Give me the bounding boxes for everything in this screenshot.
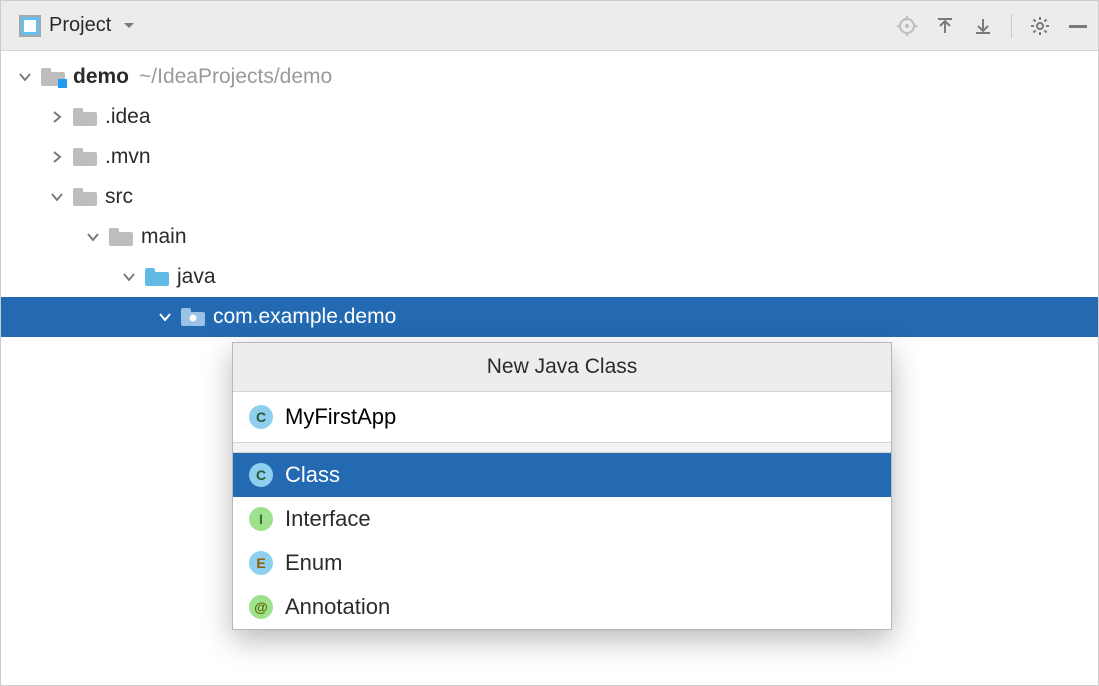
tree-item-java[interactable]: java <box>1 257 1098 297</box>
tree-item-label: .mvn <box>105 145 151 169</box>
source-folder-icon <box>145 268 169 286</box>
popup-title: New Java Class <box>233 343 891 392</box>
tree-item-idea[interactable]: .idea <box>1 97 1098 137</box>
enum-badge-icon: E <box>249 551 273 575</box>
tree-item-label: main <box>141 225 187 249</box>
chevron-down-icon[interactable] <box>83 227 103 247</box>
project-view-selector[interactable]: Project <box>11 12 147 39</box>
chevron-down-icon <box>119 16 139 36</box>
module-icon <box>41 68 65 86</box>
chevron-right-icon[interactable] <box>47 107 67 127</box>
class-badge-icon: C <box>249 463 273 487</box>
package-icon <box>181 308 205 326</box>
popup-item-label: Enum <box>285 550 342 576</box>
folder-icon <box>73 148 97 166</box>
project-icon <box>19 15 41 37</box>
tree-item-src[interactable]: src <box>1 177 1098 217</box>
popup-kind-list: C Class I Interface E Enum @ Annotation <box>233 453 891 629</box>
expand-all-icon[interactable] <box>935 16 955 36</box>
chevron-down-icon[interactable] <box>155 307 175 327</box>
tree-item-label: demo <box>73 65 129 89</box>
toolbar-actions <box>897 14 1088 38</box>
annotation-badge-icon: @ <box>249 595 273 619</box>
project-label: Project <box>49 14 111 37</box>
popup-item-label: Class <box>285 462 340 488</box>
gear-icon[interactable] <box>1030 16 1050 36</box>
popup-input-row: C <box>233 392 891 443</box>
tree-item-package[interactable]: com.example.demo <box>1 297 1098 337</box>
divider <box>1011 14 1012 38</box>
chevron-down-icon[interactable] <box>47 187 67 207</box>
chevron-down-icon[interactable] <box>119 267 139 287</box>
popup-item-interface[interactable]: I Interface <box>233 497 891 541</box>
class-badge-icon: C <box>249 405 273 429</box>
chevron-down-icon[interactable] <box>15 67 35 87</box>
collapse-all-icon[interactable] <box>973 16 993 36</box>
tree-item-label: .idea <box>105 105 151 129</box>
hide-icon[interactable] <box>1068 16 1088 36</box>
project-tree: demo ~/IdeaProjects/demo .idea .mvn src … <box>1 51 1098 337</box>
tree-item-label: src <box>105 185 133 209</box>
folder-icon <box>73 108 97 126</box>
popup-item-label: Annotation <box>285 594 390 620</box>
separator <box>233 443 891 453</box>
locate-icon[interactable] <box>897 16 917 36</box>
class-name-input[interactable] <box>285 404 875 430</box>
tree-item-label: java <box>177 265 216 289</box>
folder-icon <box>109 228 133 246</box>
tree-item-mvn[interactable]: .mvn <box>1 137 1098 177</box>
popup-item-class[interactable]: C Class <box>233 453 891 497</box>
chevron-right-icon[interactable] <box>47 147 67 167</box>
tree-item-label: com.example.demo <box>213 305 396 329</box>
folder-icon <box>73 188 97 206</box>
tree-item-path: ~/IdeaProjects/demo <box>139 65 332 89</box>
popup-item-annotation[interactable]: @ Annotation <box>233 585 891 629</box>
tree-root-demo[interactable]: demo ~/IdeaProjects/demo <box>1 57 1098 97</box>
toolbar: Project <box>1 1 1098 51</box>
popup-item-label: Interface <box>285 506 371 532</box>
popup-item-enum[interactable]: E Enum <box>233 541 891 585</box>
tree-item-main[interactable]: main <box>1 217 1098 257</box>
interface-badge-icon: I <box>249 507 273 531</box>
new-java-class-popup: New Java Class C C Class I Interface E E… <box>232 342 892 630</box>
